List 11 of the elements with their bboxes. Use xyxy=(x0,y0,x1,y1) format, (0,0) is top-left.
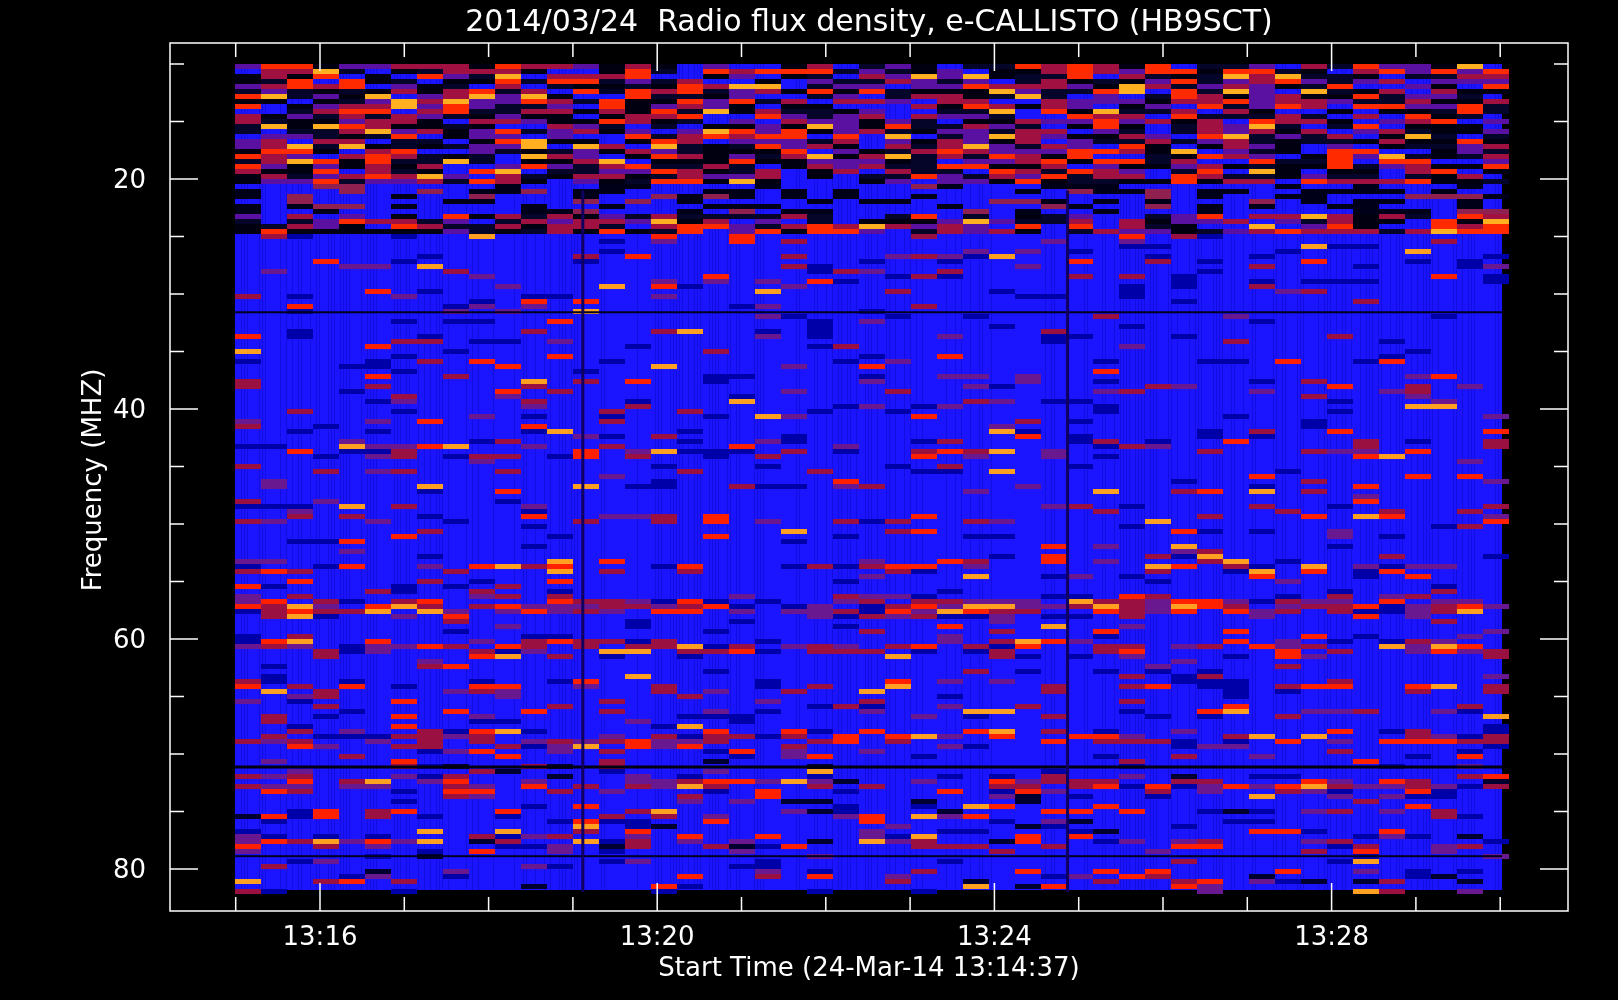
y-tick-label: 60 xyxy=(112,624,146,654)
y-tick-label: 40 xyxy=(112,394,146,424)
x-tick-label: 13:28 xyxy=(1294,921,1370,951)
x-tick-label: 13:20 xyxy=(619,921,695,951)
x-axis-label: Start Time (24-Mar-14 13:14:37) xyxy=(658,952,1080,982)
x-tick-label: 13:16 xyxy=(282,921,358,951)
chart-title: 2014/03/24 Radio flux density, e-CALLISTO (HB9SCT) xyxy=(465,3,1273,38)
y-tick-label: 80 xyxy=(112,854,146,884)
x-tick-label: 13:24 xyxy=(956,921,1032,951)
y-tick-label: 20 xyxy=(112,164,146,194)
y-axis-label: Frequency (MHZ) xyxy=(77,368,107,592)
